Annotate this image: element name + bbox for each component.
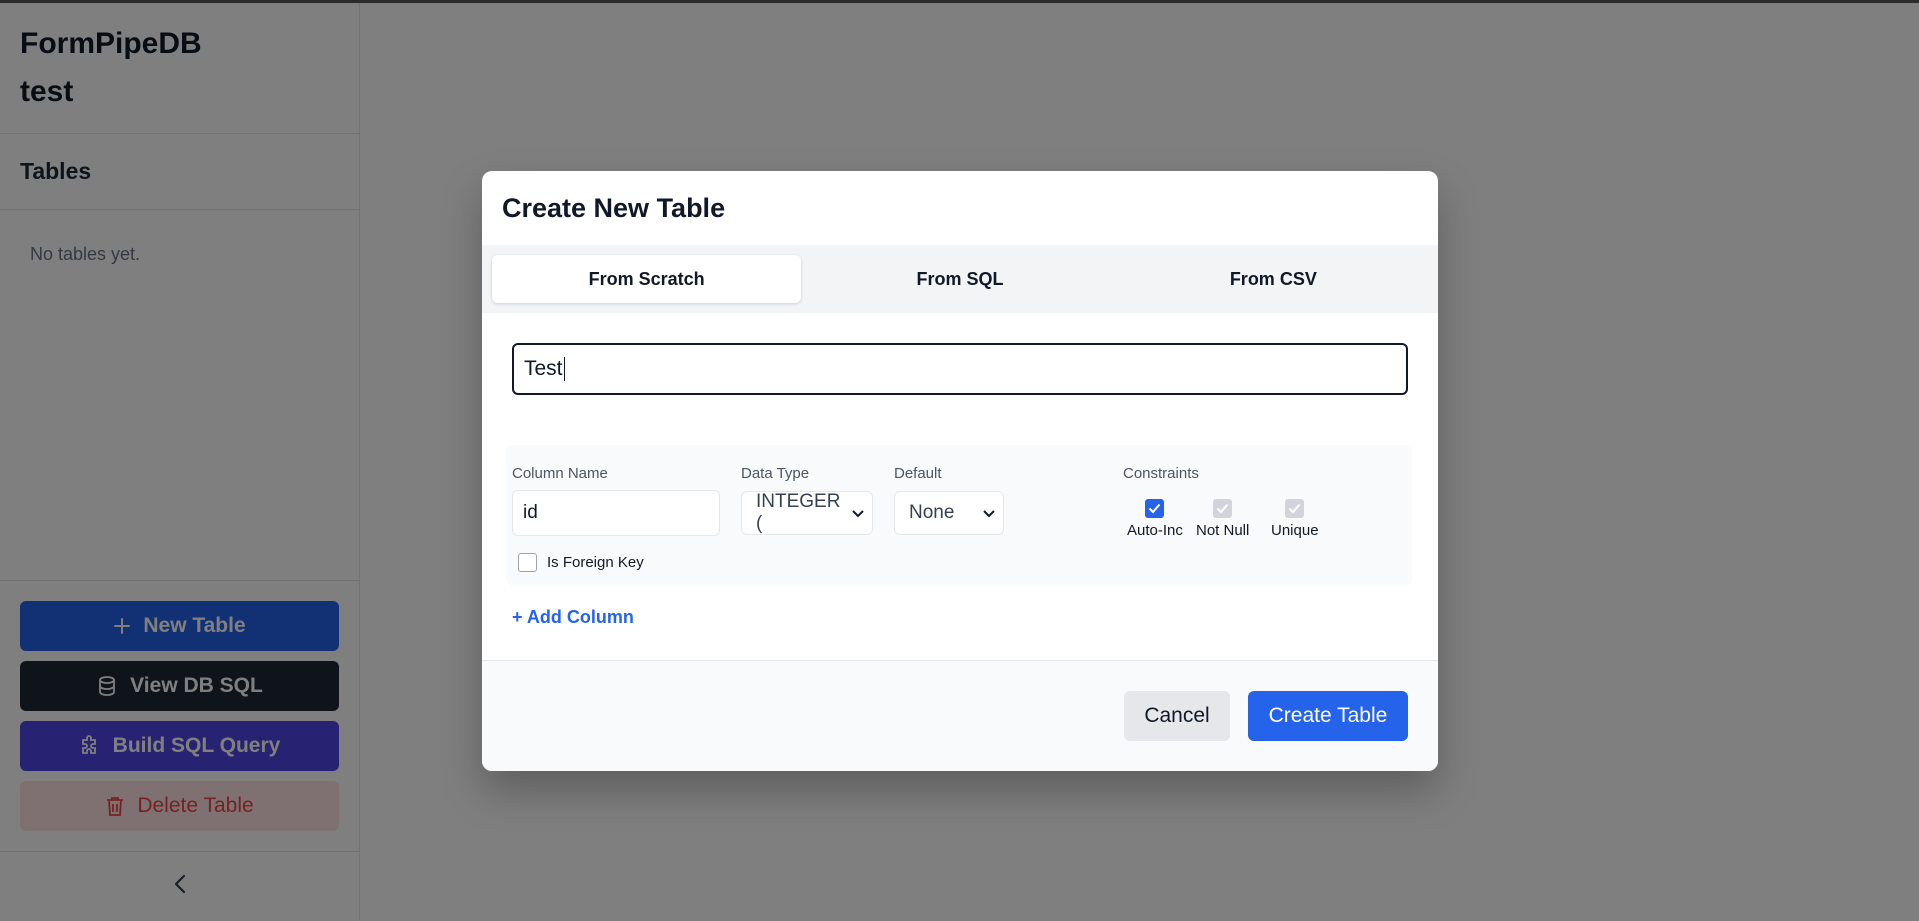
dialog-body: Test Column Name Data Type Default Const… — [482, 313, 1438, 628]
constraints-label: Constraints — [1123, 465, 1199, 482]
column-name-label: Column Name — [512, 465, 608, 482]
cancel-button[interactable]: Cancel — [1124, 691, 1230, 741]
not-null-checkbox[interactable] — [1213, 499, 1233, 518]
default-value: None — [909, 502, 955, 523]
create-table-dialog: Create New Table From Scratch From SQL F… — [482, 171, 1438, 771]
auto-inc-constraint: Auto-Inc — [1127, 499, 1183, 539]
not-null-label: Not Null — [1196, 522, 1250, 539]
auto-inc-label: Auto-Inc — [1127, 522, 1183, 539]
default-select[interactable]: None — [894, 491, 1004, 535]
foreign-key-checkbox[interactable] — [518, 553, 537, 572]
column-definition-row: Column Name Data Type Default Constraint… — [506, 445, 1412, 585]
text-caret — [563, 357, 565, 381]
column-name-value: id — [523, 502, 538, 523]
unique-label: Unique — [1271, 522, 1319, 539]
default-label: Default — [894, 465, 942, 482]
table-name-input[interactable]: Test — [512, 343, 1408, 395]
foreign-key-label: Is Foreign Key — [547, 554, 644, 571]
add-column-link[interactable]: + Add Column — [512, 607, 1408, 628]
data-type-value: INTEGER ( — [756, 491, 841, 534]
tab-from-sql[interactable]: From SQL — [805, 255, 1114, 303]
window-top-border — [0, 0, 1919, 3]
unique-constraint: Unique — [1271, 499, 1319, 539]
data-type-select[interactable]: INTEGER ( — [741, 491, 873, 535]
table-name-value: Test — [524, 357, 563, 380]
chevron-down-icon — [852, 502, 864, 524]
column-name-input[interactable]: id — [512, 490, 720, 536]
create-table-button[interactable]: Create Table — [1248, 691, 1408, 741]
data-type-label: Data Type — [741, 465, 810, 482]
creation-mode-tabs: From Scratch From SQL From CSV — [482, 245, 1438, 313]
unique-checkbox[interactable] — [1285, 499, 1305, 518]
dialog-title: Create New Table — [502, 192, 726, 223]
tab-from-scratch[interactable]: From Scratch — [492, 255, 802, 303]
tab-from-csv[interactable]: From CSV — [1119, 255, 1428, 303]
dialog-footer: Cancel Create Table — [482, 660, 1438, 771]
not-null-constraint: Not Null — [1196, 499, 1249, 539]
chevron-down-icon — [983, 502, 995, 524]
foreign-key-toggle[interactable]: Is Foreign Key — [518, 553, 644, 572]
auto-inc-checkbox[interactable] — [1145, 499, 1165, 518]
